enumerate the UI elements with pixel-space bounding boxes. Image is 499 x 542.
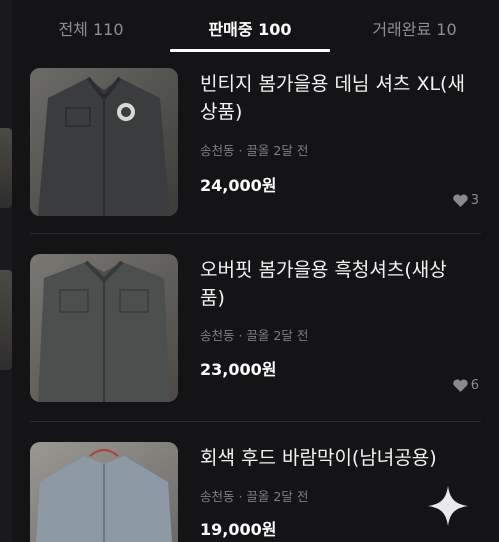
item-divider: [30, 421, 481, 422]
denim-shirt-photo: [30, 68, 178, 216]
heart-icon: [452, 194, 468, 207]
tab-all[interactable]: 전체 110: [12, 0, 170, 56]
like-count[interactable]: 3: [452, 193, 479, 208]
product-thumbnail: [30, 254, 178, 402]
like-count-value: 3: [470, 193, 479, 208]
product-title: 회색 후드 바람막이(남녀공용): [200, 447, 437, 469]
like-count[interactable]: 6: [452, 378, 479, 393]
product-title: 빈티지 봄가을용 데님 셔츠 XL(새상품): [200, 73, 465, 123]
product-title: 오버핏 봄가을용 흑청셔츠(새상품): [200, 259, 447, 309]
item-divider: [30, 233, 481, 234]
gray-hood-jacket-photo: [30, 442, 178, 542]
product-meta: 송천동 · 끌올 2달 전: [200, 489, 309, 504]
product-thumbnail: [30, 68, 178, 216]
tab-on-sale[interactable]: 판매중 100: [170, 0, 330, 56]
left-panel-image-peek: [0, 128, 12, 208]
product-thumbnail: [30, 442, 178, 542]
product-price: 24,000원: [200, 176, 277, 195]
product-meta: 송천동 · 끌올 2달 전: [200, 143, 309, 158]
tab-all-label: 전체 110: [58, 20, 124, 39]
product-item[interactable]: 회색 후드 바람막이(남녀공용) 송천동 · 끌올 2달 전 19,000원: [12, 430, 499, 542]
tab-completed[interactable]: 거래완료 10: [330, 0, 499, 56]
tab-completed-label: 거래완료 10: [372, 20, 457, 39]
left-panel-image-peek: [0, 270, 12, 370]
product-price: 23,000원: [200, 360, 277, 379]
active-tab-indicator: [170, 49, 330, 52]
status-tab-bar: 전체 110 판매중 100 거래완료 10: [12, 0, 499, 56]
product-price: 19,000원: [200, 520, 277, 539]
heart-icon: [452, 379, 468, 392]
product-item[interactable]: 빈티지 봄가을용 데님 셔츠 XL(새상품) 송천동 · 끌올 2달 전 24,…: [12, 56, 499, 234]
like-count-value: 6: [470, 378, 479, 393]
tab-on-sale-label: 판매중 100: [208, 20, 292, 39]
product-item[interactable]: 오버핏 봄가을용 흑청셔츠(새상품) 송천동 · 끌올 2달 전 23,000원…: [12, 242, 499, 422]
sparkle-icon[interactable]: [428, 486, 468, 526]
product-meta: 송천동 · 끌올 2달 전: [200, 328, 309, 343]
black-denim-shirt-photo: [30, 254, 178, 402]
